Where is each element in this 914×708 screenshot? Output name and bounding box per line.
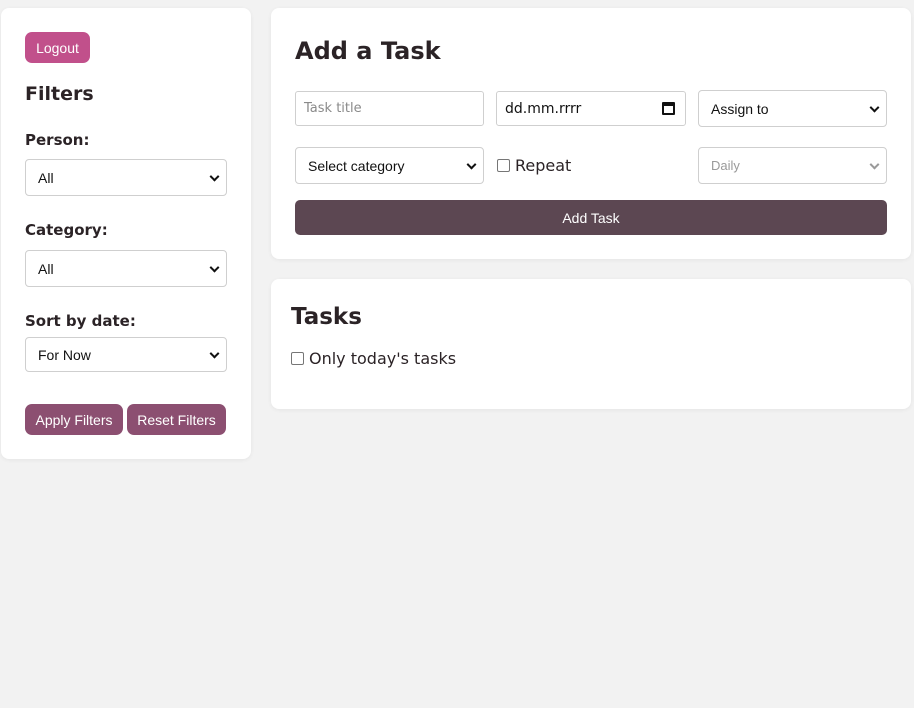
sort-label: Sort by date: <box>25 312 136 330</box>
due-date-value: dd.mm.rrrr <box>505 100 582 117</box>
repeat-label: Repeat <box>515 156 572 175</box>
chevron-down-icon <box>869 159 880 170</box>
repeat-frequency-select[interactable]: Daily <box>698 147 887 184</box>
chevron-down-icon <box>209 171 220 182</box>
task-title-input[interactable]: Task title <box>295 91 484 126</box>
person-select-value: All <box>38 169 54 186</box>
only-today-label: Only today's tasks <box>309 349 457 368</box>
logout-button[interactable]: Logout <box>25 32 90 63</box>
add-task-button[interactable]: Add Task <box>295 200 887 235</box>
due-date-input[interactable]: dd.mm.rrrr <box>496 91 686 126</box>
category-label: Category: <box>25 221 108 239</box>
chevron-down-icon <box>869 102 880 113</box>
tasks-title: Tasks <box>291 304 362 330</box>
person-select[interactable]: All <box>25 159 227 196</box>
assign-to-select[interactable]: Assign to <box>698 90 887 127</box>
task-category-value: Select category <box>308 157 405 174</box>
category-select-value: All <box>38 260 54 277</box>
only-today-checkbox[interactable] <box>291 352 304 365</box>
repeat-frequency-value: Daily <box>711 158 740 173</box>
chevron-down-icon <box>209 348 220 359</box>
add-task-title: Add a Task <box>295 37 441 65</box>
filters-title: Filters <box>25 83 94 105</box>
chevron-down-icon <box>466 159 477 170</box>
tasks-card: Tasks Only today's tasks <box>271 279 911 409</box>
reset-filters-button[interactable]: Reset Filters <box>127 404 226 435</box>
repeat-checkbox[interactable] <box>497 159 510 172</box>
calendar-icon[interactable] <box>662 102 675 115</box>
add-task-card: Add a Task Task title dd.mm.rrrr Assign … <box>271 8 911 259</box>
category-select[interactable]: All <box>25 250 227 287</box>
assign-to-value: Assign to <box>711 100 769 117</box>
sort-select[interactable]: For Now <box>25 337 227 372</box>
person-label: Person: <box>25 131 90 149</box>
sort-select-value: For Now <box>38 346 91 363</box>
chevron-down-icon <box>209 262 220 273</box>
task-category-select[interactable]: Select category <box>295 147 484 184</box>
apply-filters-button[interactable]: Apply Filters <box>25 404 123 435</box>
filters-sidebar: Logout Filters Person: All Category: All… <box>1 8 251 459</box>
task-title-placeholder: Task title <box>304 101 362 116</box>
